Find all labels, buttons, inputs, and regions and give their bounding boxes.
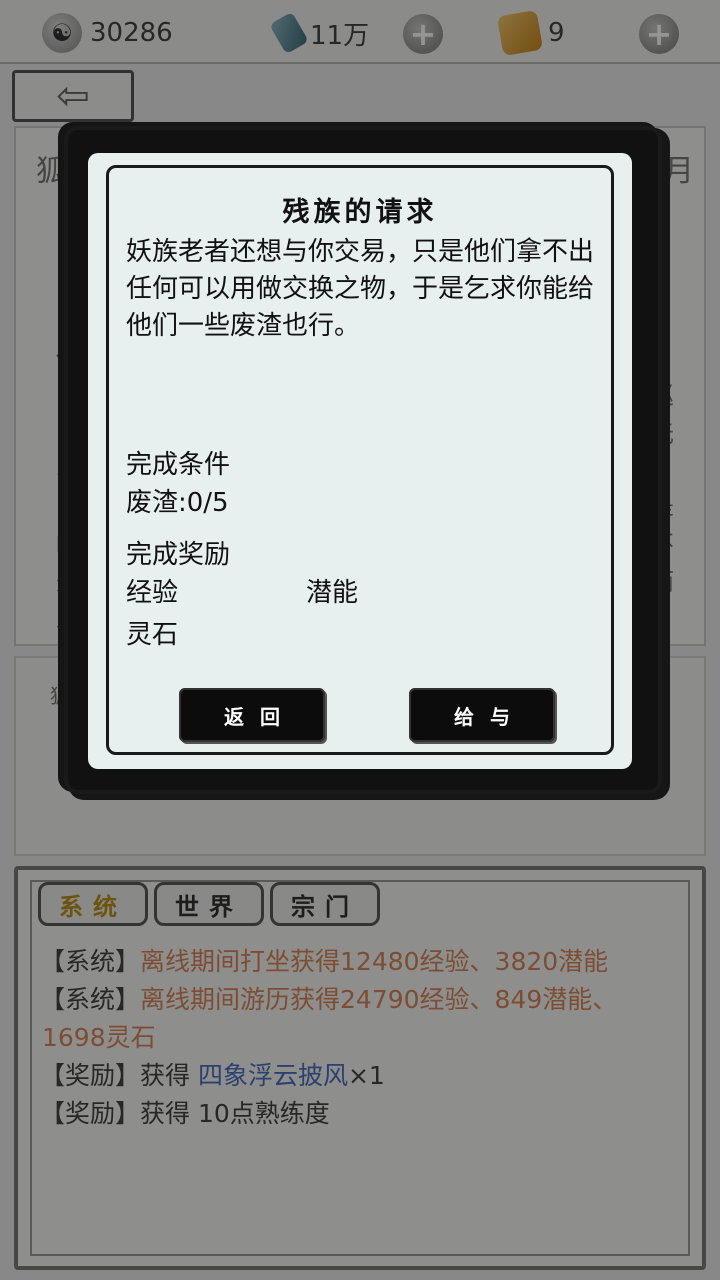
reward-exp: 经验 — [126, 578, 179, 608]
dialog-content: 残族的请求 妖族老者还想与你交易，只是他们拿不出任何可以用做交换之物，于是乞求你… — [106, 165, 614, 755]
quest-dialog: 残族的请求 妖族老者还想与你交易，只是他们拿不出任何可以用做交换之物，于是乞求你… — [88, 153, 632, 769]
give-button[interactable]: 给与 — [409, 688, 555, 742]
condition-value: 废渣:0/5 — [126, 488, 229, 518]
dialog-title: 残族的请求 — [282, 197, 438, 228]
button-label: 返回 — [224, 704, 296, 729]
reward-stone: 灵石 — [126, 620, 179, 650]
dialog-description: 妖族老者还想与你交易，只是他们拿不出任何可以用做交换之物，于是乞求你能给他们一些… — [126, 237, 595, 341]
return-button[interactable]: 返回 — [179, 688, 325, 742]
reward-label: 完成奖励 — [126, 540, 231, 570]
button-label: 给与 — [454, 704, 526, 729]
reward-potential: 潜能 — [306, 578, 359, 608]
condition-label: 完成条件 — [126, 450, 231, 480]
